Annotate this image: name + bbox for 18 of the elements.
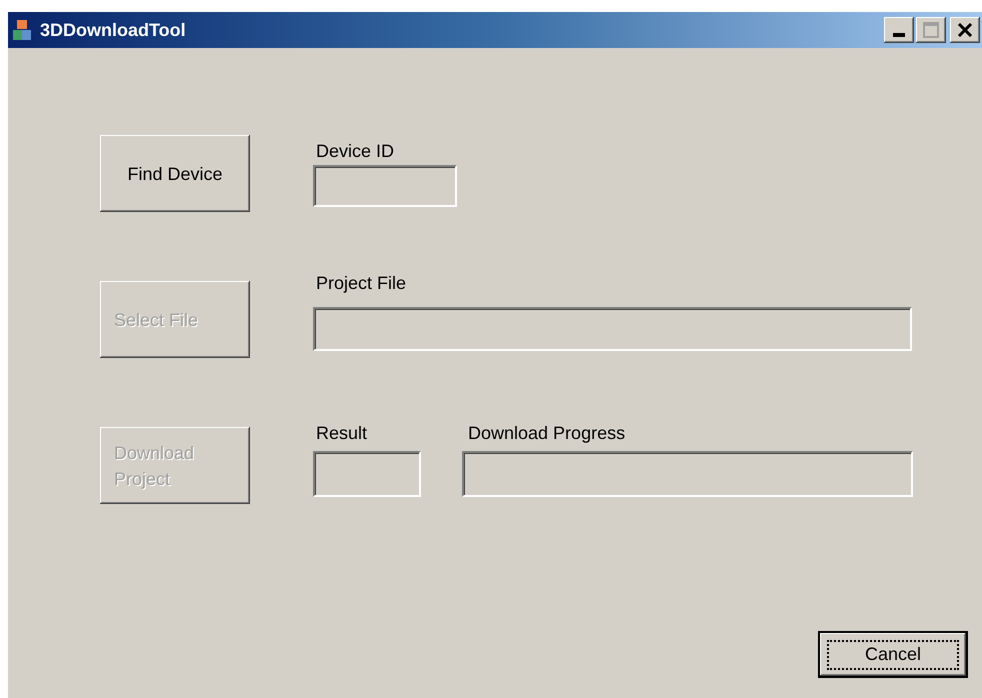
field-label: Device ID	[316, 140, 396, 162]
minimize-icon	[893, 33, 905, 37]
maximize-button[interactable]	[916, 17, 946, 43]
close-button[interactable]	[950, 17, 980, 43]
action-button[interactable]: Find Device	[100, 135, 250, 212]
cancel-button[interactable]: Cancel	[818, 631, 968, 678]
text-field[interactable]	[313, 307, 912, 351]
text-field[interactable]	[313, 451, 421, 497]
text-field[interactable]	[462, 451, 913, 497]
window-title: 3DDownloadTool	[40, 18, 186, 42]
maximize-icon	[923, 22, 939, 38]
close-icon	[957, 23, 973, 37]
app-icon	[12, 19, 32, 41]
minimize-button[interactable]	[884, 17, 914, 43]
field-label: Project File	[316, 272, 408, 294]
text-field[interactable]	[313, 165, 457, 207]
field-label: Result	[316, 422, 368, 444]
field-label: Download Progress	[468, 422, 626, 444]
